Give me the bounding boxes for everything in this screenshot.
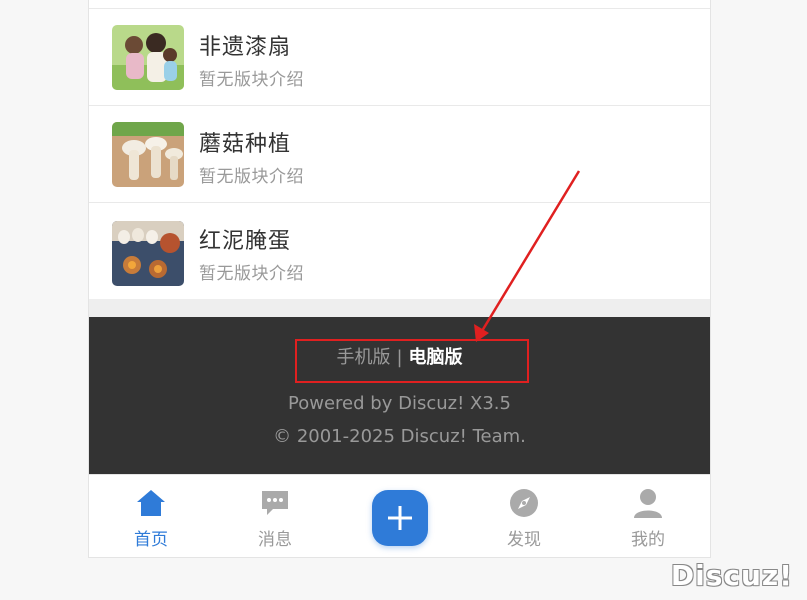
mushroom-photo-icon bbox=[112, 122, 184, 187]
plus-icon bbox=[388, 506, 412, 530]
powered-by-text: Powered by Discuz! X3.5 bbox=[288, 393, 511, 414]
tab-home[interactable]: 首页 bbox=[101, 475, 201, 557]
forum-row-3[interactable]: 红泥腌蛋 暂无版块介绍 bbox=[89, 202, 710, 299]
section-gap bbox=[89, 299, 710, 317]
compass-icon bbox=[510, 489, 538, 517]
family-photo-icon bbox=[112, 25, 184, 90]
home-icon bbox=[137, 490, 165, 516]
eggs-photo-icon bbox=[112, 221, 184, 286]
forum-name: 非遗漆扇 bbox=[199, 35, 292, 60]
post-button[interactable] bbox=[372, 490, 428, 546]
forum-desc: 暂无版块介绍 bbox=[199, 70, 304, 90]
forum-row-1[interactable]: 非遗漆扇 暂无版块介绍 bbox=[89, 8, 710, 105]
tab-discover[interactable]: 发现 bbox=[474, 475, 574, 557]
tab-home-label: 首页 bbox=[134, 530, 168, 550]
copyright-text: © 2001-2025 Discuz! Team. bbox=[273, 426, 526, 447]
annotation-highlight-box bbox=[295, 339, 529, 383]
tab-mine[interactable]: 我的 bbox=[598, 475, 698, 557]
forum-name: 红泥腌蛋 bbox=[199, 229, 292, 254]
message-icon bbox=[262, 491, 288, 515]
user-icon bbox=[634, 489, 662, 518]
tab-messages-label: 消息 bbox=[258, 530, 292, 550]
tab-messages[interactable]: 消息 bbox=[225, 475, 325, 557]
forum-name: 蘑菇种植 bbox=[199, 132, 292, 157]
forum-desc: 暂无版块介绍 bbox=[199, 264, 304, 284]
forum-desc: 暂无版块介绍 bbox=[199, 167, 304, 187]
forum-row-2[interactable]: 蘑菇种植 暂无版块介绍 bbox=[89, 105, 710, 202]
tab-discover-label: 发现 bbox=[507, 530, 541, 550]
tab-mine-label: 我的 bbox=[631, 530, 665, 550]
mobile-page: 非遗漆扇 暂无版块介绍 蘑菇种植 暂无版块介绍 红泥腌蛋 暂无版块介绍 手机版 … bbox=[88, 0, 711, 558]
discuz-watermark: Discuz! bbox=[670, 559, 793, 592]
